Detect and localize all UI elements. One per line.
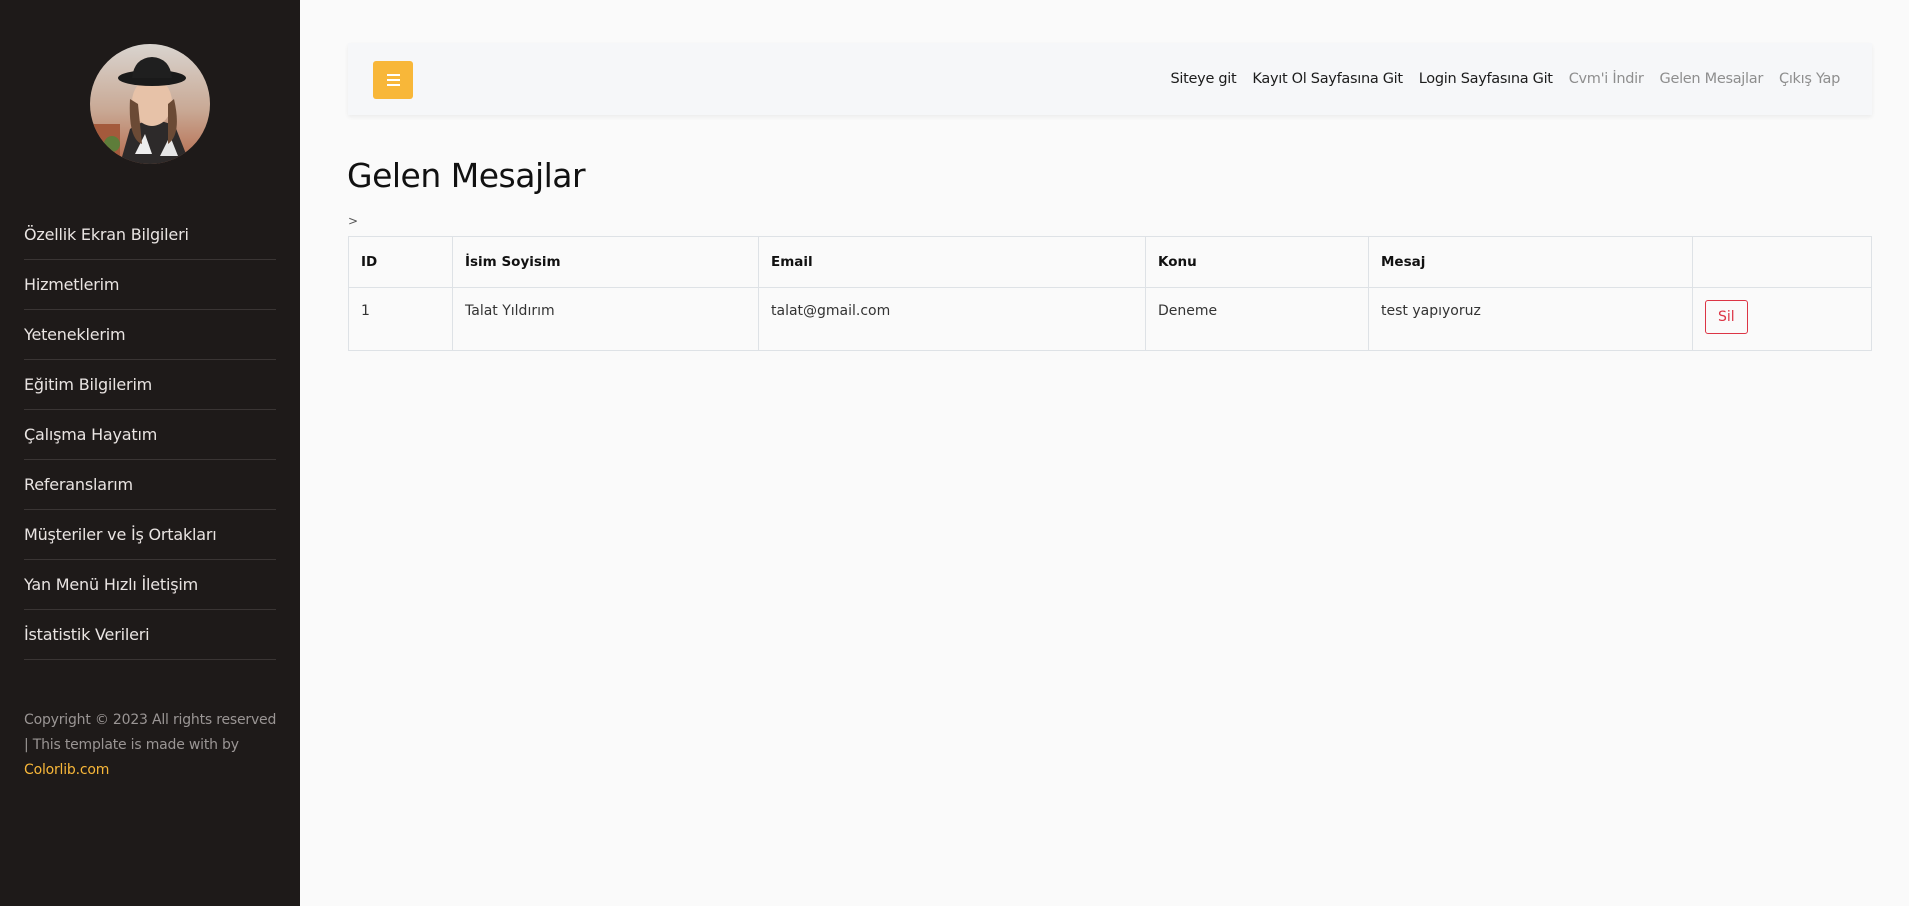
link-cikis-yap[interactable]: Çıkış Yap — [1779, 71, 1840, 87]
cell-email: talat@gmail.com — [758, 287, 1146, 351]
sidebar-item-label: Müşteriler ve İş Ortakları — [24, 525, 217, 544]
sidebar-item-label: Hizmetlerim — [24, 275, 120, 294]
sidebar-item-label: Referanslarım — [24, 475, 133, 494]
column-header-id: ID — [348, 236, 453, 288]
link-kayit-ol[interactable]: Kayıt Ol Sayfasına Git — [1252, 71, 1403, 87]
copyright-text: Copyright © 2023 All rights reserved | T… — [24, 712, 277, 753]
sidebar-item-label: Çalışma Hayatım — [24, 425, 158, 444]
sidebar-item-hizmetlerim[interactable]: Hizmetlerim — [24, 260, 276, 310]
page-title: Gelen Mesajlar — [347, 156, 586, 195]
sidebar-item-label: İstatistik Verileri — [24, 625, 150, 644]
delete-button[interactable]: Sil — [1705, 300, 1748, 334]
column-header-subject: Konu — [1145, 236, 1369, 288]
sidebar-item-yeteneklerim[interactable]: Yeteneklerim — [24, 310, 276, 360]
table-row: 1 Talat Yıldırım talat@gmail.com Deneme … — [348, 287, 1872, 351]
copyright: Copyright © 2023 All rights reserved | T… — [24, 708, 282, 783]
sidebar-item-label: Özellik Ekran Bilgileri — [24, 225, 189, 244]
sidebar-item-label: Eğitim Bilgilerim — [24, 375, 153, 394]
cell-actions: Sil — [1692, 287, 1872, 351]
sidebar-item-yan-menu[interactable]: Yan Menü Hızlı İletişim — [24, 560, 276, 610]
cell-id: 1 — [348, 287, 453, 351]
top-links: Siteye git Kayıt Ol Sayfasına Git Login … — [1171, 43, 1841, 115]
sidebar-item-ozellik-ekran[interactable]: Özellik Ekran Bilgileri — [24, 210, 276, 260]
column-header-message: Mesaj — [1368, 236, 1693, 288]
column-header-name: İsim Soyisim — [452, 236, 759, 288]
sidebar-item-label: Yeteneklerim — [24, 325, 126, 344]
top-navbar: Siteye git Kayıt Ol Sayfasına Git Login … — [348, 43, 1872, 115]
cell-subject: Deneme — [1145, 287, 1369, 351]
link-login[interactable]: Login Sayfasına Git — [1419, 71, 1553, 87]
hamburger-icon — [386, 74, 400, 76]
breadcrumb: > — [348, 214, 359, 228]
sidebar-item-calisma[interactable]: Çalışma Hayatım — [24, 410, 276, 460]
link-gelen-mesajlar[interactable]: Gelen Mesajlar — [1660, 71, 1764, 87]
cell-message: test yapıyoruz — [1368, 287, 1693, 351]
hamburger-icon-bar — [386, 84, 400, 86]
sidebar-item-musteriler[interactable]: Müşteriler ve İş Ortakları — [24, 510, 276, 560]
profile-photo — [90, 44, 210, 164]
sidebar-nav: Özellik Ekran Bilgileri Hizmetlerim Yete… — [24, 210, 276, 660]
avatar[interactable] — [90, 44, 210, 164]
colorlib-link[interactable]: Colorlib.com — [24, 762, 109, 778]
link-cv-indir[interactable]: Cvm'i İndir — [1569, 71, 1644, 87]
sidebar-item-egitim[interactable]: Eğitim Bilgilerim — [24, 360, 276, 410]
hamburger-icon-bar — [386, 79, 400, 81]
table-header-row: ID İsim Soyisim Email Konu Mesaj — [348, 236, 1872, 288]
sidebar-item-istatistik[interactable]: İstatistik Verileri — [24, 610, 276, 660]
column-header-email: Email — [758, 236, 1146, 288]
messages-table: ID İsim Soyisim Email Konu Mesaj 1 Talat… — [348, 236, 1872, 351]
sidebar-toggle-button[interactable] — [373, 61, 413, 99]
cell-name: Talat Yıldırım — [452, 287, 759, 351]
column-header-actions — [1692, 236, 1872, 288]
sidebar-item-label: Yan Menü Hızlı İletişim — [24, 575, 198, 594]
link-siteye-git[interactable]: Siteye git — [1171, 71, 1237, 87]
sidebar-item-referanslar[interactable]: Referanslarım — [24, 460, 276, 510]
sidebar: Özellik Ekran Bilgileri Hizmetlerim Yete… — [0, 0, 300, 906]
